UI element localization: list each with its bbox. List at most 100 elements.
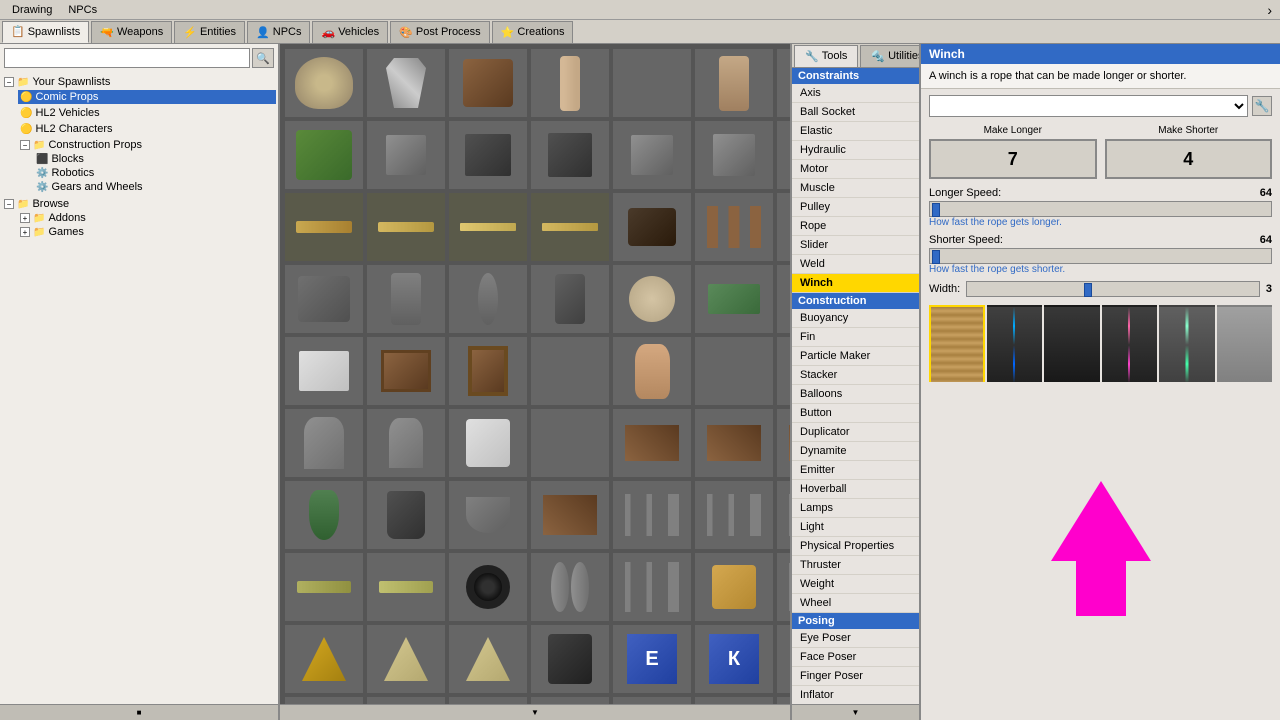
category-hydraulic[interactable]: Hydraulic xyxy=(792,141,919,160)
category-buoyancy[interactable]: Buoyancy xyxy=(792,309,919,328)
menu-npcs[interactable]: NPCs xyxy=(60,2,105,18)
list-item[interactable] xyxy=(366,552,446,622)
tree-browse-row[interactable]: − 📁 Browse xyxy=(2,197,276,211)
tree-hl2-characters-row[interactable]: 🟡 HL2 Characters xyxy=(18,122,276,136)
list-item[interactable] xyxy=(612,480,692,550)
list-item[interactable] xyxy=(612,696,692,704)
tab-weapons[interactable]: 🔫 Weapons xyxy=(91,21,172,43)
list-item[interactable] xyxy=(694,192,774,262)
category-inflator[interactable]: Inflator xyxy=(792,686,919,704)
list-item[interactable] xyxy=(448,120,528,190)
category-face-poser[interactable]: Face Poser xyxy=(792,648,919,667)
longer-speed-thumb[interactable] xyxy=(932,203,940,217)
tab-creations[interactable]: ⭐ Creations xyxy=(492,21,574,43)
list-item[interactable] xyxy=(284,120,364,190)
tab-utilities[interactable]: 🔩 Utilities xyxy=(860,45,920,67)
tree-addons-row[interactable]: + 📁 Addons xyxy=(18,211,276,225)
texture-electric2[interactable] xyxy=(1159,305,1215,382)
category-pulley[interactable]: Pulley xyxy=(792,198,919,217)
category-scroll-down[interactable]: ▼ xyxy=(792,704,919,720)
list-item[interactable]: Е xyxy=(612,624,692,694)
list-item[interactable]: К xyxy=(694,624,774,694)
make-longer-input[interactable]: 7 xyxy=(929,139,1097,179)
list-item[interactable] xyxy=(530,480,610,550)
list-item[interactable] xyxy=(776,480,790,550)
list-item[interactable] xyxy=(694,552,774,622)
list-item[interactable] xyxy=(776,336,790,406)
list-item[interactable] xyxy=(284,408,364,478)
width-slider[interactable] xyxy=(966,281,1260,297)
expand-browse[interactable]: − xyxy=(4,199,14,209)
expand-spawnlists[interactable]: − xyxy=(4,77,14,87)
tree-spawnlists-row[interactable]: − 📁 Your Spawnlists xyxy=(2,75,276,89)
longer-speed-hint[interactable]: How fast the rope gets longer. xyxy=(929,217,1272,228)
expand-games[interactable]: + xyxy=(20,227,30,237)
list-item[interactable] xyxy=(284,336,364,406)
tab-entities[interactable]: ⚡ Entities xyxy=(174,21,245,43)
category-eye-poser[interactable]: Eye Poser xyxy=(792,629,919,648)
tree-comic-props-row[interactable]: 🟡 Comic Props xyxy=(18,90,276,104)
list-item[interactable] xyxy=(284,624,364,694)
list-item[interactable] xyxy=(366,408,446,478)
tab-postprocess[interactable]: 🎨 Post Process xyxy=(390,21,490,43)
list-item[interactable] xyxy=(530,624,610,694)
list-item[interactable] xyxy=(448,552,528,622)
texture-gray[interactable] xyxy=(1217,305,1273,382)
list-item[interactable] xyxy=(366,696,446,704)
longer-speed-slider[interactable] xyxy=(929,201,1272,217)
list-item[interactable] xyxy=(694,480,774,550)
expand-addons[interactable]: + xyxy=(20,213,30,223)
list-item[interactable] xyxy=(530,192,610,262)
list-item[interactable] xyxy=(530,552,610,622)
list-item[interactable] xyxy=(694,336,774,406)
list-item[interactable] xyxy=(612,120,692,190)
list-item[interactable] xyxy=(448,696,528,704)
shorter-speed-thumb[interactable] xyxy=(932,250,940,264)
left-panel-scroll-bottom[interactable]: ■ xyxy=(0,704,278,720)
menu-drawing[interactable]: Drawing xyxy=(4,2,60,18)
tab-spawnlists[interactable]: 📋 Spawnlists xyxy=(2,21,89,43)
list-item[interactable] xyxy=(612,408,692,478)
list-item[interactable] xyxy=(530,336,610,406)
category-fin[interactable]: Fin xyxy=(792,328,919,347)
search-input[interactable] xyxy=(4,48,250,68)
texture-pink[interactable] xyxy=(1102,305,1158,382)
list-item[interactable] xyxy=(694,120,774,190)
list-item[interactable] xyxy=(776,48,790,118)
make-shorter-input[interactable]: 4 xyxy=(1105,139,1273,179)
category-button[interactable]: Button xyxy=(792,404,919,423)
category-physical-properties[interactable]: Physical Properties xyxy=(792,537,919,556)
texture-electric[interactable] xyxy=(987,305,1043,382)
category-lamps[interactable]: Lamps xyxy=(792,499,919,518)
list-item[interactable] xyxy=(366,120,446,190)
list-item[interactable] xyxy=(694,696,774,704)
list-item[interactable] xyxy=(448,408,528,478)
list-item[interactable] xyxy=(530,48,610,118)
list-item[interactable] xyxy=(612,264,692,334)
list-item[interactable] xyxy=(366,480,446,550)
list-item[interactable] xyxy=(448,480,528,550)
list-item[interactable] xyxy=(284,696,364,704)
list-item[interactable] xyxy=(612,48,692,118)
category-hoverball[interactable]: Hoverball xyxy=(792,480,919,499)
tree-gears-row[interactable]: ⚙️ Gears and Wheels xyxy=(34,180,276,194)
shorter-speed-slider[interactable] xyxy=(929,248,1272,264)
texture-dark[interactable] xyxy=(1044,305,1100,382)
list-item[interactable] xyxy=(284,480,364,550)
list-item[interactable] xyxy=(776,264,790,334)
category-rope[interactable]: Rope xyxy=(792,217,919,236)
search-button[interactable]: 🔍 xyxy=(252,48,274,68)
list-item[interactable] xyxy=(284,264,364,334)
list-item[interactable] xyxy=(530,408,610,478)
tree-construction-props-row[interactable]: − 📁 Construction Props xyxy=(18,138,276,152)
wrench-button[interactable]: 🔧 xyxy=(1252,96,1272,116)
tree-hl2-vehicles-row[interactable]: 🟡 HL2 Vehicles xyxy=(18,106,276,120)
list-item[interactable] xyxy=(776,408,790,478)
category-particle-maker[interactable]: Particle Maker xyxy=(792,347,919,366)
list-item[interactable] xyxy=(612,336,692,406)
category-ball-socket[interactable]: Ball Socket xyxy=(792,103,919,122)
list-item[interactable] xyxy=(776,120,790,190)
texture-rope[interactable] xyxy=(929,305,985,382)
list-item[interactable]: Д xyxy=(776,624,790,694)
list-item[interactable] xyxy=(776,192,790,262)
